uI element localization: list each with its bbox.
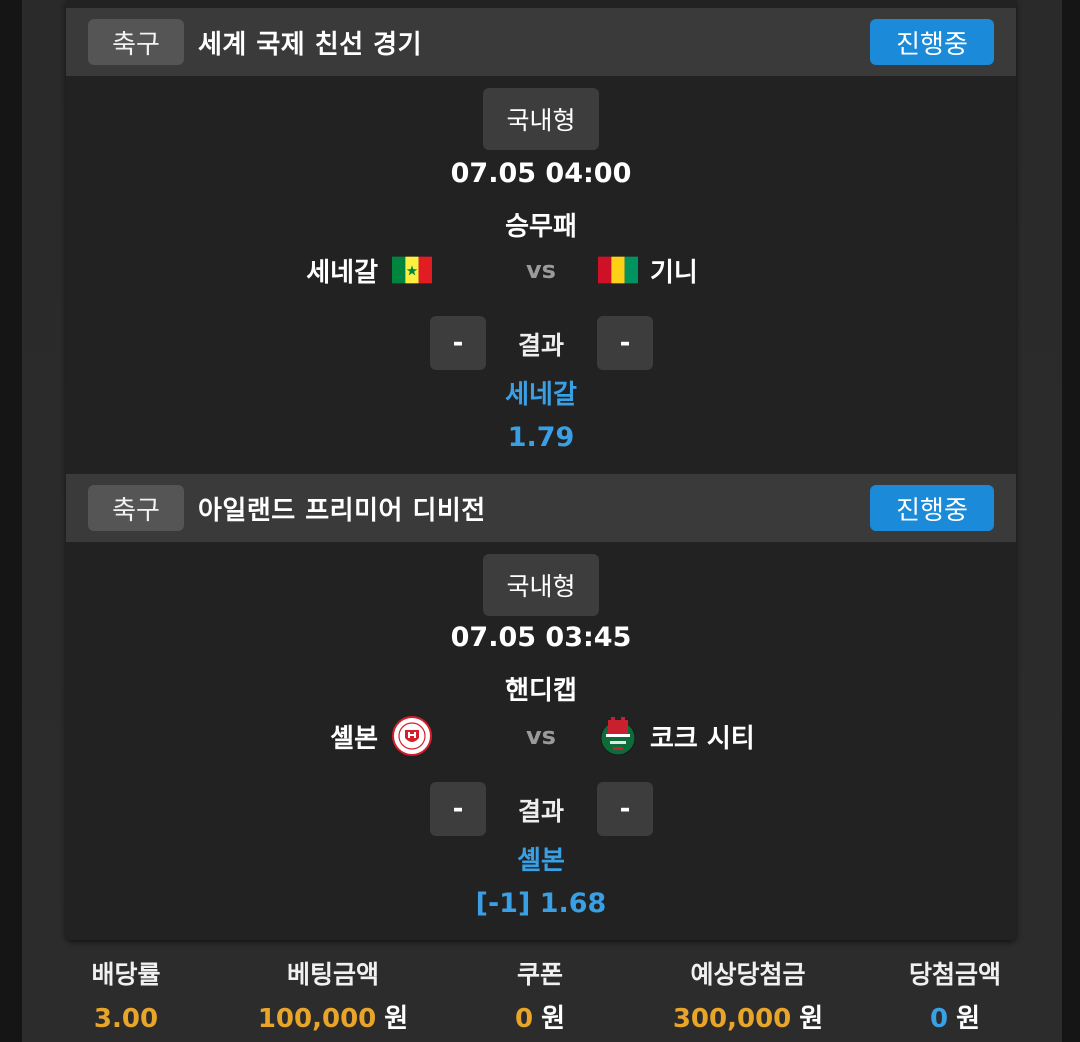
home-score: - [430,782,486,836]
match-datetime: 07.05 03:45 [450,622,632,653]
summary-win-amount: 당첨금액 0원 [890,950,1020,1042]
away-score: - [597,316,653,370]
summary-odds-value: 3.00 [93,1004,159,1034]
summary-coupon-label: 쿠폰 [516,960,563,989]
bet-type: 승무패 [505,212,577,242]
vs-label: vs [526,722,556,750]
pick-odds: 1.79 [507,422,575,453]
cork-city-crest-icon [600,717,636,756]
sport-badge: 축구 [88,19,184,65]
home-team-name: 셸본 [330,723,378,754]
summary-odds: 배당률 3.00 [64,950,188,1042]
summary-expected-unit: 원 [799,1004,824,1034]
summary-win-unit: 원 [956,1004,980,1034]
summary-bet-value: 100,000 [257,1004,377,1034]
bet-summary: 배당률 3.00 베팅금액 100,000 원 쿠폰 0원 예상당첨금 300,0… [0,950,1080,1042]
home-team-name: 세네갈 [306,257,378,288]
match-body: 국내형 07.05 04:00 승무패 세네갈 vs 기니 - 결과 - 세네갈… [66,76,1016,474]
summary-win-label: 당첨금액 [908,960,1001,989]
sport-badge: 축구 [88,485,184,531]
pick-odds: [-1] 1.68 [475,888,607,919]
bet-type: 핸디캡 [505,676,577,706]
away-score: - [597,782,653,836]
shelbourne-crest-icon [392,716,432,756]
match-header: 축구 세계 국제 친선 경기 진행중 [66,8,1016,76]
summary-coupon: 쿠폰 0원 [480,950,600,1042]
summary-bet-label: 베팅금액 [286,960,379,989]
vs-label: vs [526,256,556,284]
match-body: 국내형 07.05 03:45 핸디캡 셸본 vs 코크 시티 - 결과 - 셸… [66,542,1016,940]
summary-expected-label: 예상당첨금 [690,960,806,989]
guinea-flag-icon [598,256,638,284]
result-label: 결과 [517,331,564,360]
away-team-name: 기니 [650,257,698,288]
away-team: 기니 [598,248,698,292]
league-name: 세계 국제 친선 경기 [198,29,423,60]
status-badge: 진행중 [870,19,994,65]
summary-expected-winnings: 예상당첨금 300,000 원 [648,950,848,1042]
home-team: 세네갈 [306,248,432,292]
away-team-name: 코크 시티 [650,723,755,754]
summary-win-value: 0 [929,1004,949,1034]
match-header: 축구 아일랜드 프리미어 디비전 진행중 [66,474,1016,542]
picked-team: 세네갈 [505,380,577,410]
bet-format-badge: 국내형 [483,88,599,150]
result-label: 결과 [517,797,564,826]
picked-team: 셸본 [517,846,565,876]
summary-odds-label: 배당률 [91,960,161,989]
home-team: 셸본 [330,714,432,758]
league-name: 아일랜드 프리미어 디비전 [198,495,486,526]
summary-coupon-unit: 원 [541,1004,565,1034]
summary-expected-value: 300,000 [672,1004,792,1034]
senegal-flag-icon [392,256,432,284]
home-score: - [430,316,486,370]
teams-row: 셸본 vs 코크 시티 [66,714,1016,758]
bet-slip-card: 축구 세계 국제 친선 경기 진행중 국내형 07.05 04:00 승무패 세… [66,0,1016,940]
status-badge: 진행중 [870,485,994,531]
summary-bet-unit: 원 [384,1004,409,1034]
away-team: 코크 시티 [598,714,755,758]
teams-row: 세네갈 vs 기니 [66,248,1016,292]
summary-bet-amount: 베팅금액 100,000 원 [238,950,428,1042]
match-datetime: 07.05 04:00 [450,158,632,189]
bet-format-badge: 국내형 [483,554,599,616]
summary-coupon-value: 0 [514,1004,534,1034]
